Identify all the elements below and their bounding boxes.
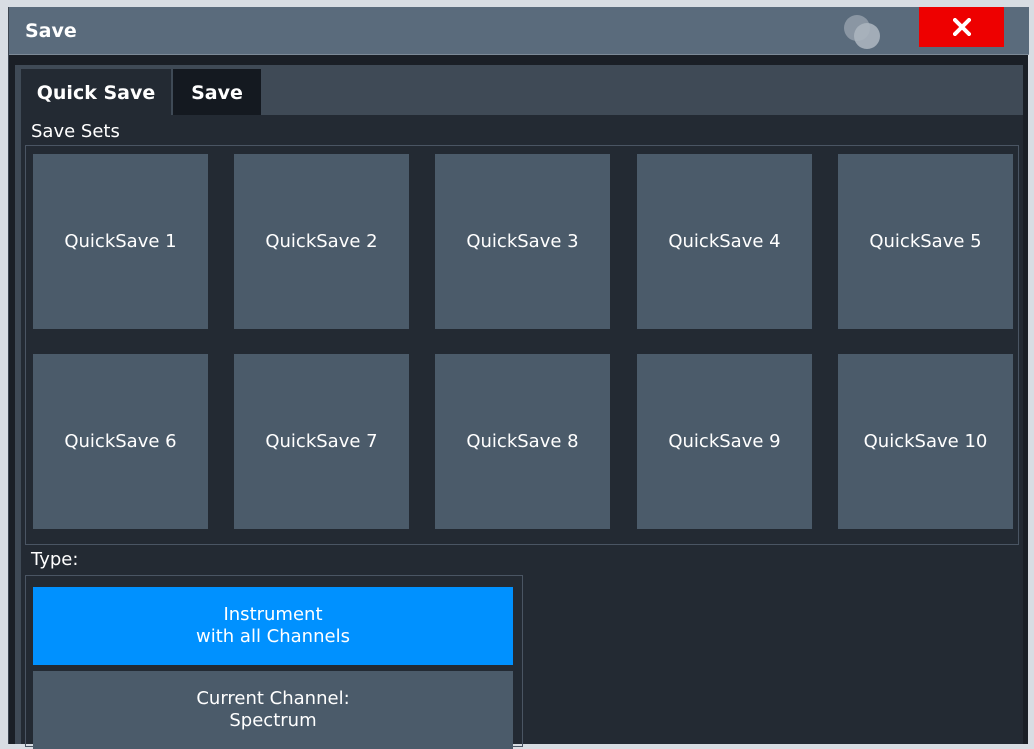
quicksave-4-button[interactable]: QuickSave 4	[637, 154, 812, 329]
quicksave-10-button[interactable]: QuickSave 10	[838, 354, 1013, 529]
type-label: Type:	[31, 549, 79, 570]
quicksave-7-button[interactable]: QuickSave 7	[234, 354, 409, 529]
quicksave-6-button[interactable]: QuickSave 6	[33, 354, 208, 529]
quick-save-panel: Save Sets QuickSave 1 QuickSave 2 QuickS…	[21, 115, 1023, 749]
type-option-line2: Spectrum	[229, 710, 317, 731]
quicksave-3-button[interactable]: QuickSave 3	[435, 154, 610, 329]
type-option-line2: with all Channels	[196, 626, 350, 647]
quicksave-1-button[interactable]: QuickSave 1	[33, 154, 208, 329]
type-instrument-all-channels-button[interactable]: Instrument with all Channels	[33, 587, 513, 665]
tab-save[interactable]: Save	[173, 69, 261, 117]
help-bubbles-icon[interactable]	[837, 11, 885, 51]
quicksave-5-button[interactable]: QuickSave 5	[838, 154, 1013, 329]
close-icon	[952, 18, 971, 36]
close-button[interactable]	[919, 7, 1004, 47]
dialog-body: Quick Save Save Save Sets QuickSave 1 Qu…	[15, 65, 1023, 749]
quicksave-8-button[interactable]: QuickSave 8	[435, 354, 610, 529]
quicksave-9-button[interactable]: QuickSave 9	[637, 354, 812, 529]
dialog-title: Save	[25, 20, 77, 42]
tab-quick-save[interactable]: Quick Save	[21, 69, 171, 117]
type-option-line1: Instrument	[223, 604, 323, 625]
quicksave-2-button[interactable]: QuickSave 2	[234, 154, 409, 329]
save-dialog: Save Quick Save Save Save Sets QuickSave…	[8, 7, 1029, 749]
save-sets-label: Save Sets	[31, 121, 120, 142]
tab-strip: Quick Save Save	[15, 65, 1023, 117]
type-option-line1: Current Channel:	[196, 688, 350, 709]
title-bar: Save	[9, 7, 1029, 55]
type-current-channel-button[interactable]: Current Channel: Spectrum	[33, 671, 513, 749]
